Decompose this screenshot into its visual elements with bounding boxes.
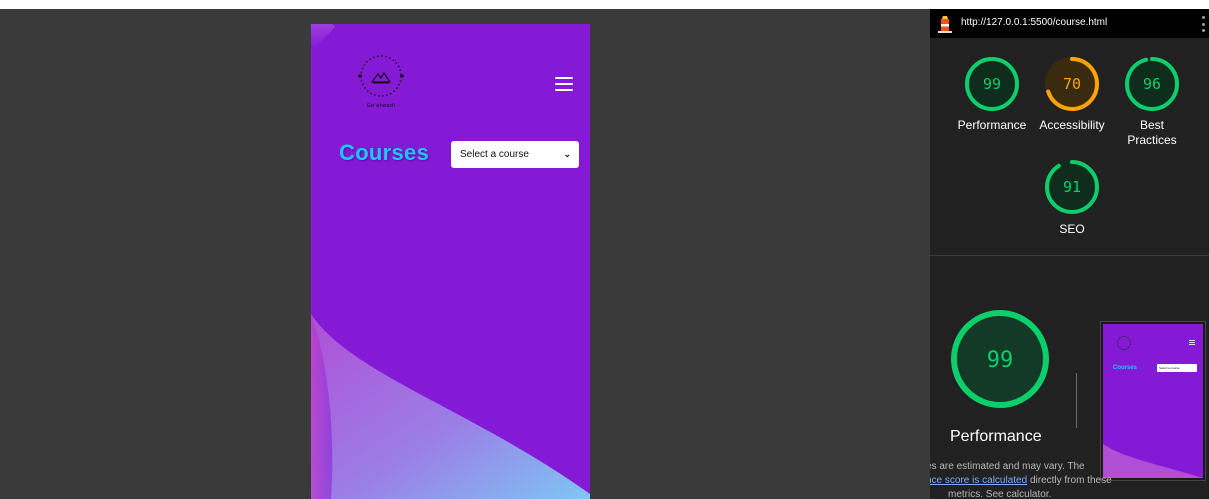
seo-gauge[interactable]: 91 xyxy=(1044,159,1100,215)
divider xyxy=(930,255,1209,256)
performance-big-score: 99 xyxy=(987,348,1014,373)
lighthouse-icon xyxy=(938,16,952,33)
thumbnail-select: Select a course xyxy=(1157,364,1197,372)
accessibility-score: 70 xyxy=(1063,75,1081,93)
logo-tagline: Go ahead! xyxy=(367,103,396,109)
best-practices-gauge[interactable]: 96 xyxy=(1124,56,1180,112)
metric-separator xyxy=(1076,373,1077,428)
hamburger-menu-icon[interactable] xyxy=(555,77,573,91)
more-options-icon[interactable] xyxy=(1202,16,1206,32)
performance-big-label: Performance xyxy=(950,428,1042,445)
url-bar: http://127.0.0.1:5500/course.html xyxy=(930,9,1209,38)
seo-label: SEO xyxy=(1059,222,1085,236)
performance-gauge[interactable]: 99 xyxy=(964,56,1020,112)
score-calculation-link[interactable]: nce score is calculated xyxy=(930,475,1027,486)
mobile-preview: Go ahead! Courses Select a course ⌄ xyxy=(311,24,590,499)
background-wave xyxy=(311,314,590,499)
performance-big-gauge[interactable]: 99 xyxy=(950,309,1050,409)
thumbnail-logo xyxy=(1117,336,1131,350)
best-practices-label: Best Practices xyxy=(1127,118,1177,147)
accessibility-gauge[interactable]: 70 xyxy=(1044,56,1100,112)
report-url[interactable]: http://127.0.0.1:5500/course.html xyxy=(961,17,1107,28)
screenshot-thumbnail[interactable]: Courses Select a course xyxy=(1100,321,1206,481)
course-select[interactable]: Select a course ⌄ xyxy=(451,141,579,168)
best-practices-score: 96 xyxy=(1143,75,1161,93)
performance-label: Performance xyxy=(957,118,1027,132)
thumbnail-hamburger-icon xyxy=(1189,340,1195,345)
corner-accent xyxy=(311,24,336,49)
chevron-down-icon: ⌄ xyxy=(563,149,571,159)
description-line1: es are estimated and may vary. The xyxy=(930,461,1085,472)
accessibility-label: Accessibility xyxy=(1039,118,1105,132)
thumbnail-wave xyxy=(1103,444,1203,478)
page-title: Courses xyxy=(339,140,430,165)
lighthouse-panel: http://127.0.0.1:5500/course.html 99 Perf… xyxy=(930,9,1209,499)
thumbnail-title: Courses xyxy=(1113,365,1138,371)
performance-description: es are estimated and may vary. The nce s… xyxy=(930,460,1116,499)
performance-score: 99 xyxy=(983,75,1001,93)
logo: Go ahead! xyxy=(358,55,404,109)
description-line3: metrics. See calculator. xyxy=(948,489,1052,499)
course-select-value: Select a course xyxy=(460,149,529,160)
top-strip xyxy=(0,0,1209,9)
seo-score: 91 xyxy=(1063,178,1081,196)
description-line2: directly from these xyxy=(1027,475,1112,486)
